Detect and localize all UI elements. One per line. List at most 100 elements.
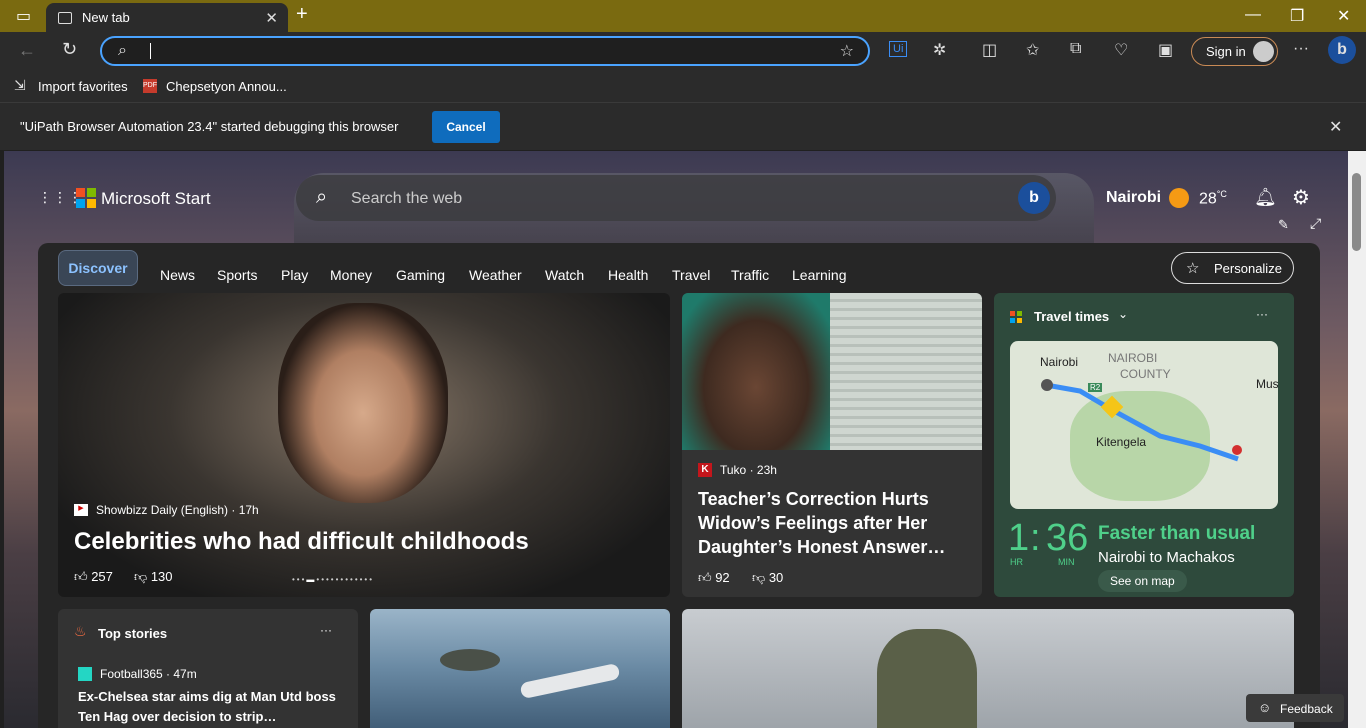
tab-learning[interactable]: Learning [792, 267, 847, 283]
split-screen-icon[interactable]: ◫ [982, 40, 997, 60]
hero-dislike-button[interactable]: 👎︎ 130 [134, 569, 173, 585]
tab-travel[interactable]: Travel [672, 267, 710, 283]
carousel-dots[interactable]: •••▬•••••••••••• [292, 575, 374, 584]
favorite-chepsetyon[interactable]: Chepsetyon Annou... [166, 79, 287, 94]
football365-logo-icon [78, 667, 92, 681]
map-label-kitengela: Kitengela [1096, 435, 1147, 449]
story-source-label: Football365 · 47m [100, 667, 197, 681]
island-image [440, 649, 500, 671]
tab-traffic[interactable]: Traffic [731, 267, 769, 283]
tab-gaming[interactable]: Gaming [396, 267, 445, 283]
performance-icon[interactable]: ♡ [1114, 40, 1128, 60]
bing-chat-icon[interactable]: b [1018, 182, 1050, 214]
extensions-icon[interactable]: ✲ [933, 40, 946, 60]
sidebar-toggle-icon[interactable]: ▣ [1158, 40, 1173, 60]
toolbar: ← ↻ ⌕ ☆ Ui ✲ ◫ ✩ ⧉ ♡ ▣ Sign in ··· b [0, 32, 1366, 70]
tab-money[interactable]: Money [330, 267, 372, 283]
new-tab-page: ⋮⋮⋮ Microsoft Start ⌕ Search the web b N… [4, 151, 1348, 728]
brand-title[interactable]: Microsoft Start [101, 189, 211, 209]
travel-title[interactable]: Travel times [1034, 309, 1109, 324]
route-start-marker [1041, 379, 1053, 391]
cancel-debugging-button[interactable]: Cancel [432, 111, 500, 143]
tab-news[interactable]: News [160, 267, 195, 283]
weather-location[interactable]: Nairobi [1106, 189, 1161, 207]
map-label-county-1: NAIROBI [1108, 351, 1158, 365]
personalize-star-icon: ☆ [1186, 260, 1200, 277]
travel-times-card[interactable]: Travel times ⌄ ··· Nairobi NAIROBI COUNT… [994, 293, 1294, 597]
hero-card[interactable]: ▶ Showbizz Daily (English) · 17h Celebri… [58, 293, 670, 597]
soldier-image-card[interactable] [682, 609, 1294, 728]
close-infobar-icon[interactable]: ✕ [1329, 117, 1342, 137]
more-options-icon[interactable]: ··· [320, 623, 332, 637]
article-source-label: Tuko · 23h [720, 463, 777, 477]
travel-map[interactable]: Nairobi NAIROBI COUNTY Kitengela Mus R2 [1010, 341, 1278, 509]
map-label-county-2: COUNTY [1120, 367, 1171, 381]
article-image-right [830, 293, 982, 450]
uipath-extension-icon[interactable]: Ui [889, 41, 908, 57]
tab-health[interactable]: Health [608, 267, 648, 283]
close-window-icon[interactable]: ✕ [1337, 6, 1350, 26]
source-logo-icon: ▶ [74, 504, 88, 516]
favorites-icon[interactable]: ✩ [1026, 40, 1039, 60]
more-menu-icon[interactable]: ··· [1293, 40, 1309, 58]
article-dislike-button[interactable]: 👎︎ 30 [752, 570, 783, 586]
expand-icon[interactable]: ⤢ [1310, 215, 1321, 232]
tab-weather[interactable]: Weather [469, 267, 522, 283]
personalize-button[interactable]: ☆ Personalize [1171, 252, 1294, 284]
feedback-icon: ☺ [1258, 700, 1272, 715]
tab-sports[interactable]: Sports [217, 267, 257, 283]
article-image-left [682, 293, 830, 450]
collections-icon[interactable]: ⧉ [1070, 40, 1081, 58]
tab-watch[interactable]: Watch [545, 267, 584, 283]
close-tab-icon[interactable]: ✕ [265, 9, 278, 27]
web-search-box[interactable]: ⌕ Search the web b [296, 175, 1056, 221]
tab-discover[interactable]: Discover [58, 250, 138, 286]
favorite-import[interactable]: Import favorites [38, 79, 128, 94]
feedback-button[interactable]: ☺ Feedback [1246, 694, 1344, 722]
story-headline[interactable]: Ex-Chelsea star aims dig at Man Utd boss… [78, 687, 338, 727]
jet-image [519, 662, 621, 700]
tab-play[interactable]: Play [281, 267, 308, 283]
favorite-star-icon[interactable]: ☆ [840, 41, 854, 61]
page-scrollbar[interactable] [1348, 151, 1366, 728]
settings-gear-icon[interactable]: ⚙ [1292, 185, 1310, 210]
bing-copilot-icon[interactable]: b [1328, 36, 1356, 64]
hero-like-button[interactable]: 👍︎ 257 [74, 569, 113, 585]
tab-title: New tab [82, 10, 130, 25]
minutes-label: MIN [1058, 557, 1075, 567]
tab-page-icon [58, 11, 72, 24]
refresh-icon[interactable]: ↻ [62, 39, 77, 60]
restore-icon[interactable]: ❐ [1290, 6, 1304, 26]
article-headline[interactable]: Teacher’s Correction Hurts Widow’s Feeli… [698, 487, 968, 559]
scrollbar-thumb[interactable] [1352, 173, 1361, 251]
hero-image [278, 303, 448, 503]
new-tab-icon[interactable]: + [296, 3, 308, 26]
address-bar[interactable]: ⌕ ☆ [100, 36, 870, 66]
fire-icon: ♨ [74, 623, 87, 639]
article-card-teacher[interactable]: K Tuko · 23h Teacher’s Correction Hurts … [682, 293, 982, 597]
soldier-image [877, 629, 977, 728]
tuko-logo-icon: K [698, 463, 712, 477]
top-stories-card[interactable]: ♨ Top stories ··· Football365 · 47m Ex-C… [58, 609, 358, 728]
map-label-r2: R2 [1088, 383, 1103, 392]
personalize-label: Personalize [1214, 261, 1282, 276]
travel-time-minutes: 36 [1046, 517, 1089, 559]
see-on-map-button[interactable]: See on map [1098, 570, 1187, 592]
more-options-icon[interactable]: ··· [1256, 307, 1268, 321]
tab-actions-icon[interactable]: ▭ [16, 6, 31, 26]
article-like-button[interactable]: 👍︎ 92 [698, 570, 730, 586]
weather-temperature[interactable]: 28°C [1199, 189, 1227, 208]
edit-background-icon[interactable]: ✎ [1278, 217, 1289, 233]
back-icon[interactable]: ← [18, 40, 36, 61]
import-icon: ⇲ [14, 77, 26, 93]
tab-new-tab[interactable]: New tab ✕ [46, 3, 288, 32]
hero-source: ▶ Showbizz Daily (English) · 17h [74, 503, 259, 517]
jet-image-card[interactable] [370, 609, 670, 728]
hero-headline[interactable]: Celebrities who had difficult childhoods [74, 528, 529, 556]
sign-in-button[interactable]: Sign in [1191, 37, 1278, 66]
hours-label: HR [1010, 557, 1023, 567]
chevron-down-icon[interactable]: ⌄ [1118, 307, 1128, 321]
route-end-marker [1232, 445, 1242, 455]
bell-icon[interactable]: 🔔︎ [1254, 187, 1277, 208]
minimize-icon[interactable]: — [1245, 6, 1261, 24]
